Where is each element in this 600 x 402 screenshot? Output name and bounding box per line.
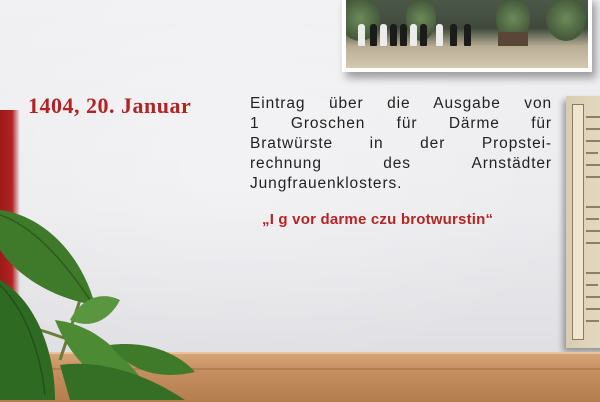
document-script-line [586,206,600,208]
document-script-line [586,308,600,310]
photo-person [464,24,471,46]
document-script-line [586,242,600,244]
photo-person [420,24,427,46]
wooden-trim [0,352,600,402]
document-script-line [586,128,600,130]
date-heading: 1404, 20. Januar [28,93,192,118]
document-script-line [586,272,600,274]
entry-line: rechnung des Arnstädter [250,155,552,172]
document-script-line [586,176,600,178]
document-script-line [586,164,600,166]
photo-person [436,24,443,46]
photo-cart [498,32,528,46]
red-panel-edge [0,110,20,310]
historic-document [566,96,600,348]
document-script-line [586,320,599,322]
document-script-line [586,140,600,142]
entry-text: Eintrag über die Ausgabe von 1 Groschen … [250,94,552,194]
entry-line: Bratwürste in der Propstei- [250,135,552,152]
document-script-line [586,296,600,298]
document-script-line [586,116,600,118]
entry-line: 1 Groschen für Därme für [250,115,552,132]
photo-tree [546,0,586,41]
entry-line: Jungfrauenklosters. [250,175,403,192]
photo-person [358,24,365,46]
document-border [572,104,584,340]
photo-person [410,24,417,46]
document-script-line [586,218,599,220]
photo-person [390,24,397,46]
photo-scene [346,0,588,68]
document-script-line [586,230,600,232]
photo-person [400,24,407,46]
historic-photo [342,0,592,72]
photo-person [370,24,377,46]
photo-person [450,24,457,46]
quote-text: „I g vor darme czu brotwurstin“ [262,211,494,228]
entry-line: Eintrag über die Ausgabe von [250,95,552,112]
document-script-line [586,152,598,154]
document-script-line [586,284,598,286]
photo-person [380,24,387,46]
